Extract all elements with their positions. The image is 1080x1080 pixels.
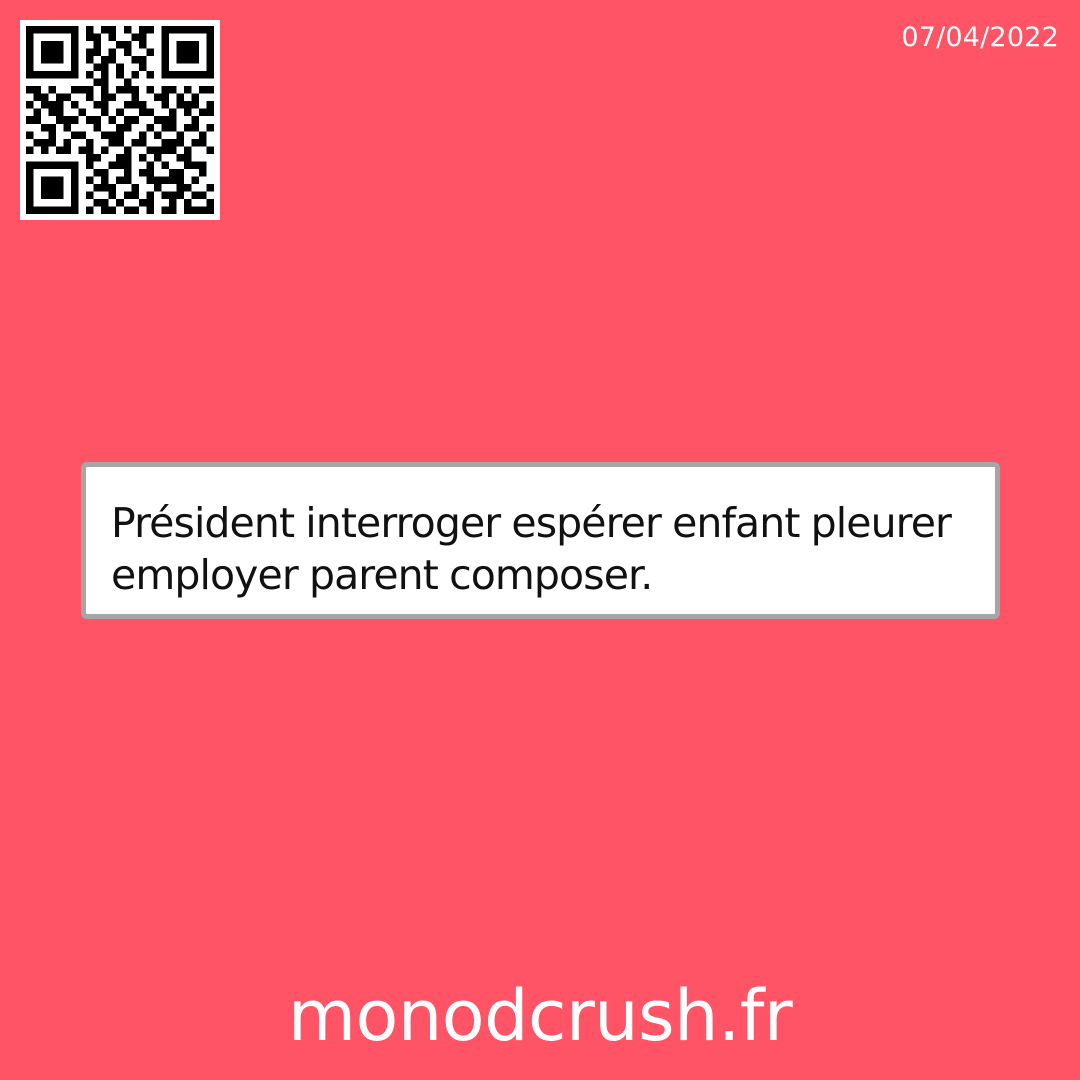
- message-card: Président interroger espérer enfant pleu…: [81, 462, 1000, 619]
- qr-code-icon: [20, 20, 220, 220]
- site-name: monodcrush.fr: [287, 975, 793, 1057]
- message-text: Président interroger espérer enfant pleu…: [111, 499, 952, 599]
- post-date: 07/04/2022: [901, 22, 1059, 53]
